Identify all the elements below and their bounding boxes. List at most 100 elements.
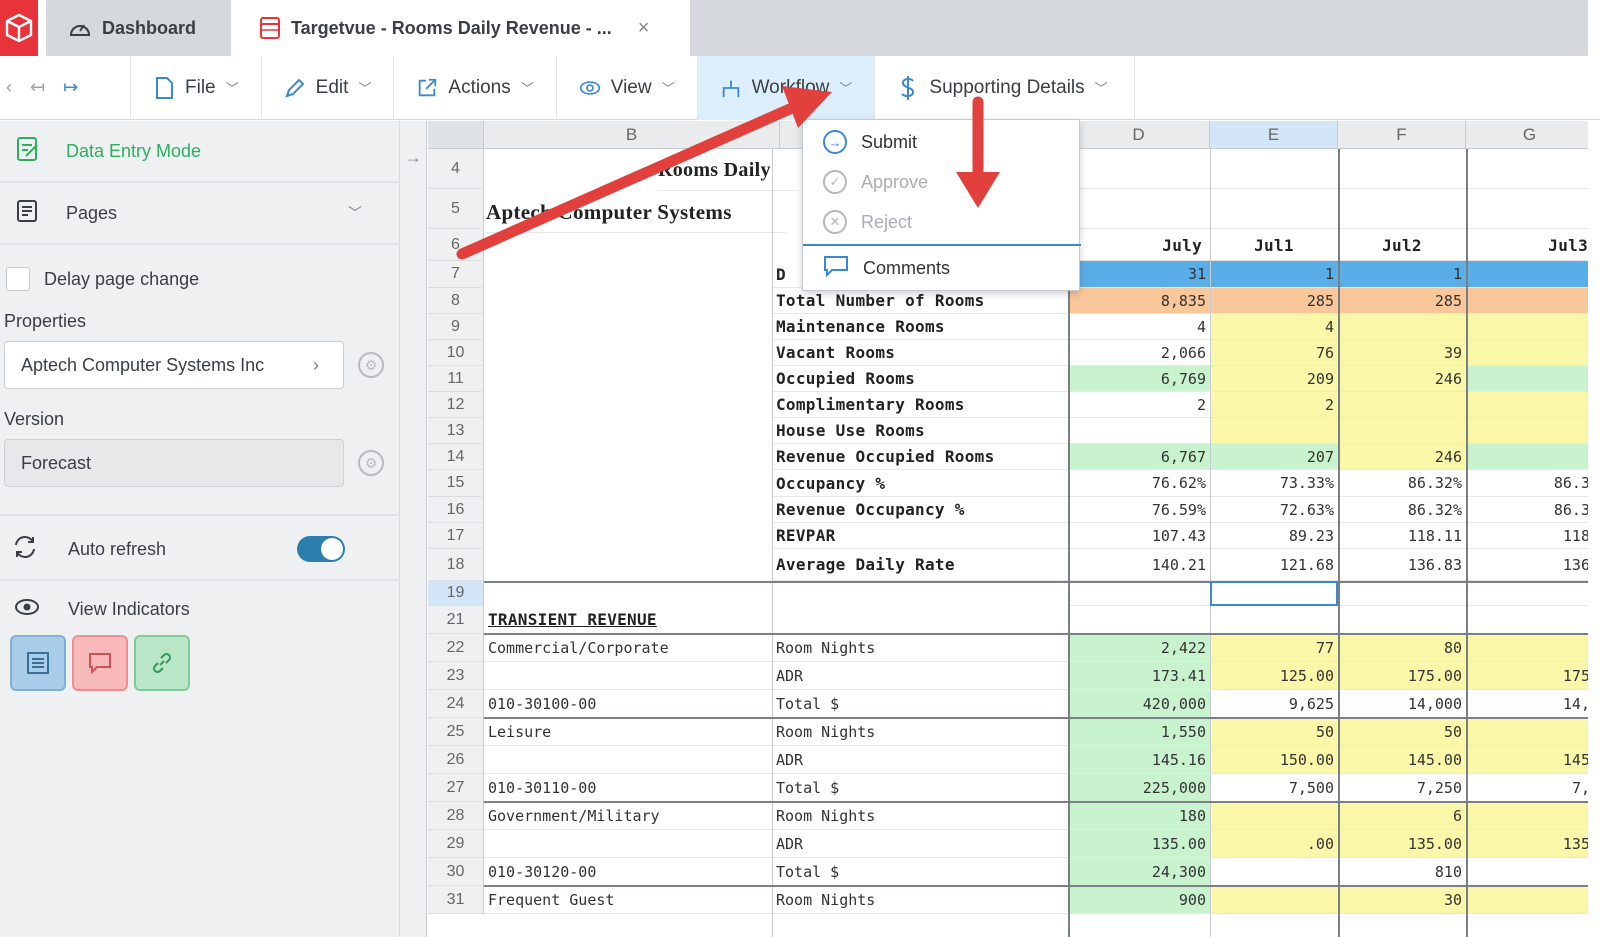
cell-f[interactable]: 285 [1338,288,1466,314]
cell-g[interactable]: 7, [1466,774,1588,802]
row-number[interactable]: 7 [428,261,484,288]
version-selector[interactable]: Forecast [4,439,344,487]
data-entry-mode[interactable]: Data Entry Mode [0,133,400,169]
cell-f[interactable]: 50 [1338,718,1466,746]
cell-e[interactable]: 50 [1210,718,1338,746]
cell-g[interactable] [1466,366,1588,392]
cell-d[interactable]: 2,422 [1068,634,1210,662]
workflow-menu-button[interactable]: Workflow ﹀ [696,55,875,120]
row-number[interactable]: 12 [428,392,484,418]
cell-e[interactable]: 207 [1210,444,1338,470]
column-header-g[interactable]: G [1466,121,1588,149]
cell-f[interactable] [1338,314,1466,340]
row-number[interactable]: 31 [428,886,484,914]
cell-f[interactable]: 246 [1338,444,1466,470]
cell-e[interactable]: 89.23 [1210,523,1338,549]
cell-d[interactable]: 225,000 [1068,774,1210,802]
cell-e[interactable]: 1 [1210,261,1338,288]
cell-e[interactable]: 209 [1210,366,1338,392]
cell-g[interactable] [1466,189,1588,229]
row-number[interactable]: 10 [428,340,484,366]
cell-d[interactable] [1068,418,1210,444]
workflow-approve[interactable]: ✓ Approve [803,162,1081,202]
cell-e[interactable]: 9,625 [1210,690,1338,718]
delay-page-change-checkbox[interactable] [6,267,30,291]
cell-e[interactable]: 285 [1210,288,1338,314]
cell-d[interactable] [1068,229,1210,261]
row-number[interactable]: 30 [428,858,484,886]
row-number[interactable]: 15 [428,470,484,497]
row-number[interactable]: 6 [428,229,484,261]
undo-icon[interactable]: ↤ [30,77,45,98]
cell-f[interactable]: 30 [1338,886,1466,914]
property-selector[interactable]: Aptech Computer Systems Inc › [4,341,344,389]
column-header-e[interactable]: E [1210,121,1338,149]
row-number[interactable]: 11 [428,366,484,392]
cell-e[interactable] [1210,418,1338,444]
row-number[interactable]: 13 [428,418,484,444]
workflow-reject[interactable]: ✕ Reject [803,202,1081,242]
auto-refresh-toggle[interactable] [297,536,345,562]
cell-g[interactable] [1466,149,1588,189]
cell-d[interactable]: 31 [1068,261,1210,288]
workflow-submit[interactable]: → Submit [803,122,1081,162]
cell-d[interactable]: 2,066 [1068,340,1210,366]
cell-d[interactable] [1068,581,1210,606]
cell-f[interactable]: 136.83 [1338,549,1466,581]
cell-e[interactable]: 73.33% [1210,470,1338,497]
cell-e[interactable] [1210,606,1338,634]
indicator-comments-button[interactable] [72,635,128,691]
cell-g[interactable]: 86.3 [1466,497,1588,523]
cell-g[interactable]: 135 [1466,830,1588,858]
row-number[interactable]: 8 [428,288,484,314]
row-number[interactable]: 5 [428,189,484,229]
cell-g[interactable] [1466,858,1588,886]
edit-menu-button[interactable]: Edit ﹀ [260,55,394,120]
cell-f[interactable] [1338,418,1466,444]
view-menu-button[interactable]: View ﹀ [555,55,697,120]
cell-g[interactable] [1466,288,1588,314]
cell-g[interactable] [1466,444,1588,470]
gear-icon[interactable]: ⚙ [358,352,384,378]
cell-g[interactable] [1466,261,1588,288]
cell-d[interactable]: 4 [1068,314,1210,340]
pages-section[interactable]: Pages ﹀ [0,195,400,231]
cell-f[interactable] [1338,189,1466,229]
row-number[interactable]: 29 [428,830,484,858]
cell-d[interactable]: 135.00 [1068,830,1210,858]
cell-e[interactable] [1210,886,1338,914]
row-number[interactable]: 23 [428,662,484,690]
cell-e[interactable] [1210,189,1338,229]
cell-f[interactable] [1338,149,1466,189]
app-logo[interactable] [0,0,38,56]
cell-d[interactable]: 8,835 [1068,288,1210,314]
cell-f[interactable] [1338,392,1466,418]
cell-f[interactable] [1338,606,1466,634]
row-number[interactable]: 22 [428,634,484,662]
cell-g[interactable]: 175 [1466,662,1588,690]
column-header-b[interactable]: B [484,121,780,149]
cell-e[interactable] [1210,802,1338,830]
cell-e[interactable]: 76 [1210,340,1338,366]
indicator-links-button[interactable] [134,635,190,691]
tab-dashboard[interactable]: Dashboard [46,0,231,56]
row-number[interactable]: 9 [428,314,484,340]
cell-g[interactable]: 86.3 [1466,470,1588,497]
cell-g[interactable] [1466,718,1588,746]
row-number[interactable]: 24 [428,690,484,718]
cell-f[interactable]: 810 [1338,858,1466,886]
cell-d[interactable] [1068,189,1210,229]
cell-d[interactable]: 6,767 [1068,444,1210,470]
cell-d[interactable]: 76.59% [1068,497,1210,523]
cell-d[interactable]: 180 [1068,802,1210,830]
cell-f[interactable]: 246 [1338,366,1466,392]
cell-e[interactable]: 77 [1210,634,1338,662]
sidebar-collapse-handle[interactable]: → [400,121,427,937]
cell-g[interactable] [1466,314,1588,340]
redo-icon[interactable]: ↦ [63,77,78,98]
cell-f[interactable]: 145.00 [1338,746,1466,774]
cell-e[interactable] [1210,229,1338,261]
cell-f[interactable]: 7,250 [1338,774,1466,802]
row-number[interactable]: 27 [428,774,484,802]
cell-d[interactable]: 76.62% [1068,470,1210,497]
